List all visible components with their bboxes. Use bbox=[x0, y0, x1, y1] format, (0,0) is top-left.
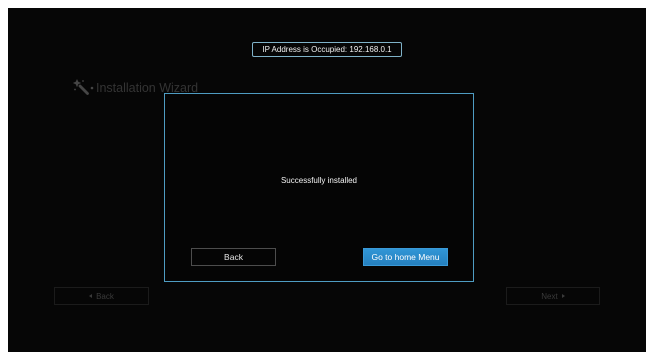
ip-conflict-text: IP Address is Occupied: 192.168.0.1 bbox=[262, 45, 392, 54]
wizard-next-button[interactable]: Next bbox=[506, 287, 600, 305]
magic-wand-icon bbox=[72, 78, 94, 98]
installer-screen: IP Address is Occupied: 192.168.0.1 Inst… bbox=[8, 8, 646, 352]
arrow-left-icon bbox=[89, 294, 93, 298]
arrow-right-icon bbox=[561, 294, 565, 298]
wizard-back-label: Back bbox=[96, 291, 114, 301]
go-home-button[interactable]: Go to home Menu bbox=[363, 248, 448, 266]
dialog-back-button[interactable]: Back bbox=[191, 248, 276, 266]
success-dialog: Successfully installed Back Go to home M… bbox=[164, 93, 474, 282]
go-home-label: Go to home Menu bbox=[371, 252, 440, 262]
ip-conflict-banner: IP Address is Occupied: 192.168.0.1 bbox=[252, 42, 402, 57]
dialog-back-label: Back bbox=[224, 252, 243, 262]
wizard-next-label: Next bbox=[541, 291, 558, 301]
wizard-back-button[interactable]: Back bbox=[54, 287, 149, 305]
dialog-message: Successfully installed bbox=[280, 176, 358, 185]
